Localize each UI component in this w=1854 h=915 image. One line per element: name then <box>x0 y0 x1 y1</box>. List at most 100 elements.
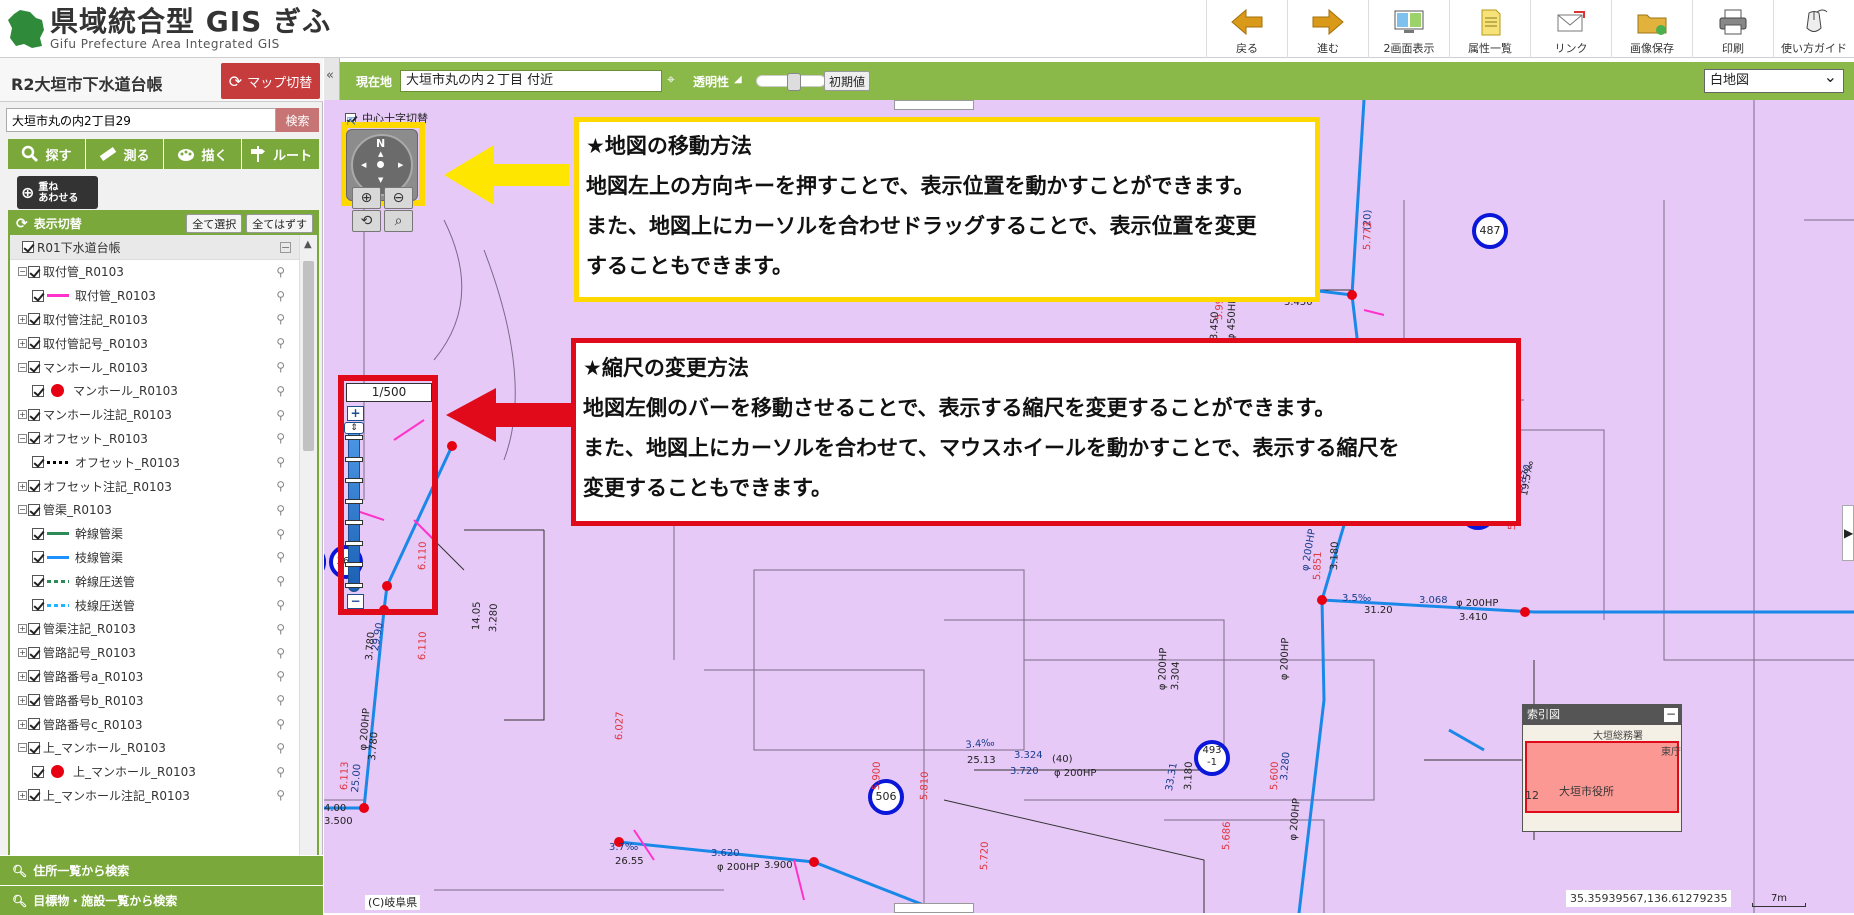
layer-checkbox[interactable] <box>28 313 40 326</box>
layer-row[interactable]: + オフセット注記_R0103 ⚲ <box>10 474 301 498</box>
layer-checkbox[interactable] <box>28 789 40 802</box>
zoom-in-icon[interactable]: ⊕ <box>352 187 381 209</box>
layer-row[interactable]: 幹線管渠 ⚲ <box>10 522 301 546</box>
scroll-up-icon[interactable]: ▲ <box>304 239 312 250</box>
root-layer-row[interactable]: R01下水道台帳 − <box>10 235 301 260</box>
layer-checkbox[interactable] <box>28 718 40 731</box>
print-button[interactable]: 印刷 <box>1692 0 1773 58</box>
route-tool-button[interactable]: ルート <box>242 139 319 169</box>
layer-checkbox[interactable] <box>28 622 40 635</box>
chevron-right-icon[interactable]: ▶ <box>1844 526 1853 540</box>
collapse-icon[interactable]: − <box>18 743 27 753</box>
link-button[interactable]: リンク <box>1530 0 1611 58</box>
collapse-icon[interactable]: − <box>18 433 27 443</box>
layer-scrollbar[interactable]: ▲ ▼ <box>299 235 317 901</box>
collapse-icon[interactable]: − <box>18 267 27 277</box>
zoom-to-layer-icon[interactable]: ⚲ <box>276 503 285 517</box>
layer-checkbox[interactable] <box>28 694 40 707</box>
zoom-to-layer-icon[interactable]: ⚲ <box>276 646 285 660</box>
layer-checkbox[interactable] <box>28 503 40 516</box>
layer-row[interactable]: マンホール_R0103 ⚲ <box>10 379 301 403</box>
transparency-slider[interactable] <box>756 73 826 91</box>
layer-row[interactable]: 枝線管渠 ⚲ <box>10 546 301 570</box>
scroll-thumb[interactable] <box>303 261 314 451</box>
layer-row[interactable]: + 管路番号b_R0103 ⚲ <box>10 688 301 712</box>
expand-icon[interactable]: + <box>18 648 27 658</box>
layer-checkbox[interactable] <box>28 741 40 754</box>
expand-icon[interactable]: + <box>18 790 27 800</box>
draw-tool-button[interactable]: 描く <box>164 139 242 169</box>
layer-row[interactable]: 幹線圧送管 ⚲ <box>10 569 301 593</box>
zoom-out-icon[interactable]: ⊖ <box>384 187 413 209</box>
pan-down-tab[interactable] <box>894 903 974 913</box>
zoom-to-layer-icon[interactable]: ⚲ <box>276 431 285 445</box>
address-list-search-link[interactable]: 🔍︎ 住所一覧から検索 <box>0 855 323 885</box>
scale-tick[interactable] <box>345 457 363 462</box>
dual-screen-button[interactable]: 2画面表示 <box>1368 0 1449 58</box>
address-input[interactable] <box>6 108 276 132</box>
layer-checkbox[interactable] <box>28 337 40 350</box>
arrow-down-icon[interactable]: ▼ <box>378 176 383 184</box>
double-chevron-left-icon[interactable]: « <box>326 68 334 83</box>
layer-row[interactable]: オフセット_R0103 ⚲ <box>10 450 301 474</box>
zoom-to-layer-icon[interactable]: ⚲ <box>276 527 285 541</box>
arrow-up-icon[interactable]: ▲ <box>378 150 383 158</box>
layer-checkbox[interactable] <box>32 599 44 612</box>
layer-row[interactable]: − 上_マンホール_R0103 ⚲ <box>10 736 301 760</box>
index-map[interactable]: 索引図 − 大垣総務署 東庁 大垣市役所 12 <box>1522 704 1682 832</box>
deselect-all-button[interactable]: 全てはずす <box>246 214 313 233</box>
collapse-icon[interactable]: − <box>280 241 291 253</box>
expand-icon[interactable]: + <box>18 410 27 420</box>
zoom-to-layer-icon[interactable]: ⚲ <box>276 765 285 779</box>
pan-up-tab[interactable] <box>894 100 974 110</box>
zoom-to-layer-icon[interactable]: ⚲ <box>276 717 285 731</box>
overlay-button[interactable]: ⊕ 重ね あわせる <box>17 176 98 209</box>
zoom-to-layer-icon[interactable]: ⚲ <box>276 312 285 326</box>
layer-row[interactable]: 取付管_R0103 ⚲ <box>10 284 301 308</box>
zoom-box-icon[interactable]: ⌕ <box>384 210 413 232</box>
expand-icon[interactable]: ⇱ <box>347 115 356 128</box>
layer-checkbox[interactable] <box>32 765 44 778</box>
expand-icon[interactable]: + <box>18 624 27 634</box>
zoom-to-layer-icon[interactable]: ⚲ <box>276 289 285 303</box>
layer-row[interactable]: + 管路番号a_R0103 ⚲ <box>10 665 301 689</box>
scale-tick[interactable] <box>345 541 363 546</box>
app-logo[interactable]: 県域統合型 GIS ぎふ Gifu Prefecture Area Integr… <box>6 4 331 54</box>
expand-icon[interactable]: + <box>18 695 27 705</box>
pan-right-tab[interactable]: ▶ <box>1842 505 1854 561</box>
layer-checkbox[interactable] <box>32 456 44 469</box>
map-canvas[interactable]: φ 200HP3.6005.3‰(10)28.123.450(20)24.573… <box>324 100 1854 913</box>
layer-row[interactable]: + 管路番号c_R0103 ⚲ <box>10 712 301 736</box>
layer-row[interactable]: 枝線圧送管 ⚲ <box>10 593 301 617</box>
layer-checkbox[interactable] <box>32 551 44 564</box>
arrow-right-icon[interactable]: ▶ <box>398 161 403 169</box>
slider-knob[interactable] <box>787 73 801 91</box>
layer-checkbox[interactable] <box>28 646 40 659</box>
expand-icon[interactable]: + <box>18 671 27 681</box>
layer-row[interactable]: + 上_マンホール注記_R0103 ⚲ <box>10 784 301 808</box>
scale-tick[interactable] <box>345 583 363 588</box>
layer-checkbox[interactable] <box>28 670 40 683</box>
landmark-list-search-link[interactable]: 🔍︎ 目標物・施設一覧から検索 <box>0 885 323 915</box>
arrow-left-icon[interactable]: ◀ <box>361 161 366 169</box>
zoom-to-layer-icon[interactable]: ⚲ <box>276 741 285 755</box>
crosshair-icon[interactable]: ⌖ <box>667 72 675 88</box>
reset-button[interactable]: 初期値 <box>824 71 870 91</box>
forward-button[interactable]: 進む <box>1287 0 1368 58</box>
layer-row[interactable]: 上_マンホール_R0103 ⚲ <box>10 760 301 784</box>
zoom-to-layer-icon[interactable]: ⚲ <box>276 265 285 279</box>
layer-row[interactable]: + 取付管注記_R0103 ⚲ <box>10 308 301 332</box>
layer-row[interactable]: − 管渠_R0103 ⚲ <box>10 498 301 522</box>
scale-tick[interactable] <box>345 435 363 440</box>
scale-tick[interactable] <box>345 520 363 525</box>
guide-button[interactable]: 使い方ガイド <box>1773 0 1854 58</box>
layer-row[interactable]: − オフセット_R0103 ⚲ <box>10 427 301 451</box>
back-button[interactable]: 戻る <box>1206 0 1287 58</box>
layer-checkbox[interactable] <box>32 527 44 540</box>
scale-handle[interactable]: ⇕ <box>344 422 364 434</box>
basemap-select[interactable]: 白地図 <box>1704 66 1844 93</box>
layer-row[interactable]: − 取付管_R0103 ⚲ <box>10 260 301 284</box>
attribute-list-button[interactable]: 属性一覧 <box>1449 0 1530 58</box>
center-dot-icon[interactable] <box>377 161 384 168</box>
zoom-to-layer-icon[interactable]: ⚲ <box>276 574 285 588</box>
